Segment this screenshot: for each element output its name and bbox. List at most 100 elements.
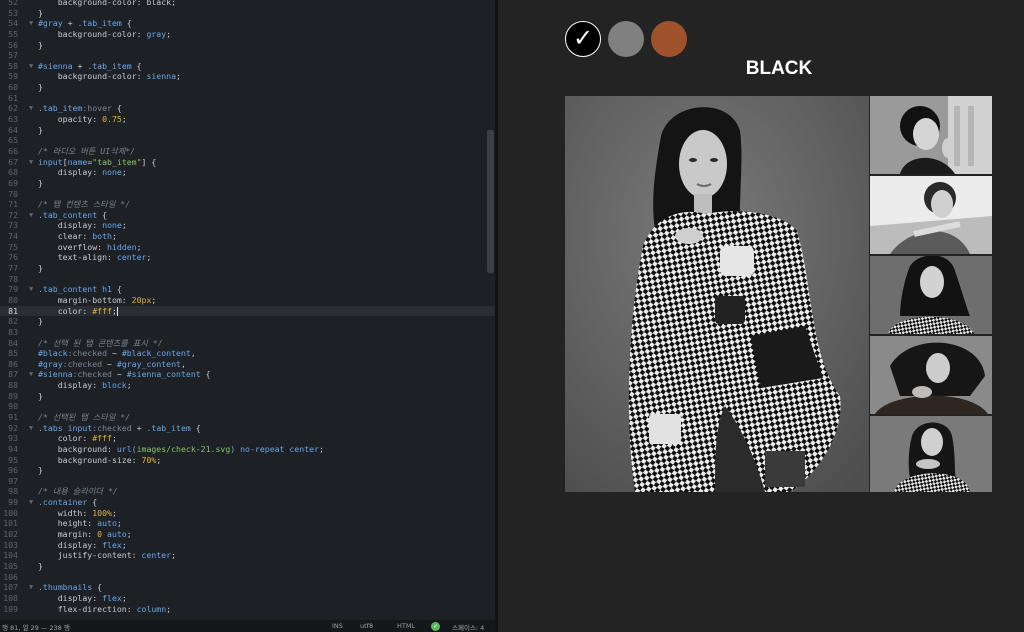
code-line[interactable]: 75 overflow: hidden; bbox=[0, 242, 496, 253]
insert-mode[interactable]: INS bbox=[332, 622, 343, 630]
code-line[interactable]: 69} bbox=[0, 178, 496, 189]
check-ok-icon[interactable]: ✓ bbox=[431, 622, 440, 631]
code-text: } bbox=[38, 8, 43, 19]
fold-arrow-icon[interactable]: ▼ bbox=[29, 61, 33, 72]
browser-preview: ✓ BLACK bbox=[498, 0, 1024, 632]
code-token: justify-content: bbox=[38, 550, 142, 561]
code-token: #black bbox=[38, 348, 68, 359]
code-line[interactable]: 109 flex-direction: column; bbox=[0, 604, 496, 615]
code-text: } bbox=[38, 391, 43, 402]
code-token: display: bbox=[38, 167, 103, 178]
code-token: ~ bbox=[102, 358, 117, 369]
code-line[interactable]: 52 background-color: black; bbox=[0, 0, 496, 8]
code-lines[interactable]: 52 background-color: black; 53} 54 ▼ #gray +… bbox=[0, 0, 496, 614]
thumbnail-3[interactable] bbox=[870, 256, 992, 334]
code-line[interactable]: 64} bbox=[0, 125, 496, 136]
fold-arrow-icon[interactable]: ▼ bbox=[29, 284, 33, 295]
code-line[interactable]: 65 bbox=[0, 135, 496, 146]
code-token: background-size: bbox=[38, 454, 142, 465]
code-line[interactable]: 93 color: #fff; bbox=[0, 433, 496, 444]
line-number: 54 bbox=[8, 18, 18, 29]
code-line[interactable]: 104 justify-content: center; bbox=[0, 550, 496, 561]
encoding-selector[interactable]: utf8 bbox=[360, 622, 373, 630]
code-line[interactable]: 80 margin-bottom: 20px; bbox=[0, 295, 496, 306]
code-line[interactable]: 106 bbox=[0, 572, 496, 583]
thumbnail-4[interactable] bbox=[870, 336, 992, 414]
code-line[interactable]: 92 ▼ .tabs input:checked + .tab_item { bbox=[0, 423, 496, 434]
code-line[interactable]: 73 display: none; bbox=[0, 220, 496, 231]
code-line[interactable]: 102 margin: 0 auto; bbox=[0, 529, 496, 540]
fold-arrow-icon[interactable]: ▼ bbox=[29, 369, 33, 380]
code-line[interactable]: 81 color: #fff; bbox=[0, 305, 496, 317]
indent-setting[interactable]: 스페이스: 4 bbox=[452, 622, 484, 632]
code-line[interactable]: 53} bbox=[0, 8, 496, 19]
code-line[interactable]: 67 ▼ input[name="tab_item"] { bbox=[0, 157, 496, 168]
fold-arrow-icon[interactable]: ▼ bbox=[29, 497, 33, 508]
fold-arrow-icon[interactable]: ▼ bbox=[29, 157, 33, 168]
code-line[interactable]: 66 /* 라디오 버튼 UI삭제*/ bbox=[0, 146, 496, 157]
code-line[interactable]: 100 width: 100%; bbox=[0, 508, 496, 519]
code-text: /* 선택 된 탭 콘텐츠를 표시 */ bbox=[38, 338, 163, 349]
code-line[interactable]: 55 background-color: gray; bbox=[0, 29, 496, 40]
code-line[interactable]: 56} bbox=[0, 40, 496, 51]
syntax-selector[interactable]: HTML bbox=[397, 622, 415, 630]
code-line[interactable]: 78 bbox=[0, 274, 496, 285]
cursor-position[interactable]: 행 81, 열 29 — 238 행 bbox=[2, 622, 70, 632]
code-line[interactable]: 89} bbox=[0, 391, 496, 402]
code-line[interactable]: 76 text-align: center; bbox=[0, 252, 496, 263]
code-line[interactable]: 101 height: auto; bbox=[0, 518, 496, 529]
code-line[interactable]: 74 clear: both; bbox=[0, 231, 496, 242]
code-token: :hover bbox=[82, 103, 112, 114]
fold-arrow-icon[interactable]: ▼ bbox=[29, 103, 33, 114]
fold-arrow-icon[interactable]: ▼ bbox=[29, 18, 33, 29]
code-line[interactable]: 103 display: flex; bbox=[0, 540, 496, 551]
code-line[interactable]: 71 /* 탭 컨텐츠 스타일 */ bbox=[0, 199, 496, 210]
fold-arrow-icon[interactable]: ▼ bbox=[29, 582, 33, 593]
thumbnail-1[interactable] bbox=[870, 96, 992, 174]
code-line[interactable]: 86 #gray:checked ~ #gray_content, bbox=[0, 359, 496, 370]
code-line[interactable]: 95 background-size: 70%; bbox=[0, 455, 496, 466]
fold-arrow-icon[interactable]: ▼ bbox=[29, 423, 33, 434]
code-line[interactable]: 58 ▼ #sienna + .tab_item { bbox=[0, 61, 496, 72]
code-line[interactable]: 99 ▼ .container { bbox=[0, 497, 496, 508]
code-editor[interactable]: 52 background-color: black; 53} 54 ▼ #gray +… bbox=[0, 0, 496, 632]
code-line[interactable]: 98 /* 내용 슬라이더 */ bbox=[0, 486, 496, 497]
code-line[interactable]: 107 ▼ .thumbnails { bbox=[0, 582, 496, 593]
code-line[interactable]: 94 background: url(images/check-21.svg) … bbox=[0, 444, 496, 455]
code-line[interactable]: 54 ▼ #gray + .tab_item { bbox=[0, 18, 496, 29]
code-line[interactable]: 77} bbox=[0, 263, 496, 274]
code-token: } bbox=[38, 263, 43, 274]
code-line[interactable]: 91 /* 선택된 탭 스타일 */ bbox=[0, 412, 496, 423]
code-line[interactable]: 83 bbox=[0, 327, 496, 338]
tab-gray[interactable] bbox=[608, 21, 644, 57]
code-line[interactable]: 88 display: block; bbox=[0, 380, 496, 391]
code-line[interactable]: 79 ▼ .tab_content h1 { bbox=[0, 284, 496, 295]
code-line[interactable]: 57 bbox=[0, 50, 496, 61]
code-line[interactable]: 62 ▼ .tab_item:hover { bbox=[0, 103, 496, 114]
code-line[interactable]: 63 opacity: 0.75; bbox=[0, 114, 496, 125]
fold-arrow-icon[interactable]: ▼ bbox=[29, 210, 33, 221]
tab-sienna[interactable] bbox=[651, 21, 687, 57]
code-line[interactable]: 61 bbox=[0, 93, 496, 104]
code-line[interactable]: 82} bbox=[0, 316, 496, 327]
code-line[interactable]: 72 ▼ .tab_content { bbox=[0, 210, 496, 221]
code-line[interactable]: 108 display: flex; bbox=[0, 593, 496, 604]
line-number: 79 bbox=[8, 284, 18, 295]
thumbnail-2[interactable] bbox=[870, 176, 992, 254]
tab-black[interactable]: ✓ bbox=[565, 21, 601, 57]
code-line[interactable]: 96} bbox=[0, 465, 496, 476]
code-line[interactable]: 90 bbox=[0, 401, 496, 412]
editor-scrollbar[interactable] bbox=[487, 130, 494, 273]
code-line[interactable]: 59 background-color: sienna; bbox=[0, 71, 496, 82]
code-line[interactable]: 60} bbox=[0, 82, 496, 93]
code-line[interactable]: 68 display: none; bbox=[0, 167, 496, 178]
code-line[interactable]: 97 bbox=[0, 476, 496, 487]
code-line[interactable]: 84 /* 선택 된 탭 콘텐츠를 표시 */ bbox=[0, 338, 496, 349]
code-line[interactable]: 70 bbox=[0, 189, 496, 200]
code-line[interactable]: 87 ▼ #sienna:checked ~ #sienna_content { bbox=[0, 369, 496, 380]
code-token: .tab_item bbox=[146, 422, 191, 433]
thumbnail-5[interactable] bbox=[870, 416, 992, 494]
code-line[interactable]: 85 #black:checked ~ #black_content, bbox=[0, 348, 496, 359]
code-line[interactable]: 105} bbox=[0, 561, 496, 572]
code-token: } bbox=[38, 177, 43, 188]
